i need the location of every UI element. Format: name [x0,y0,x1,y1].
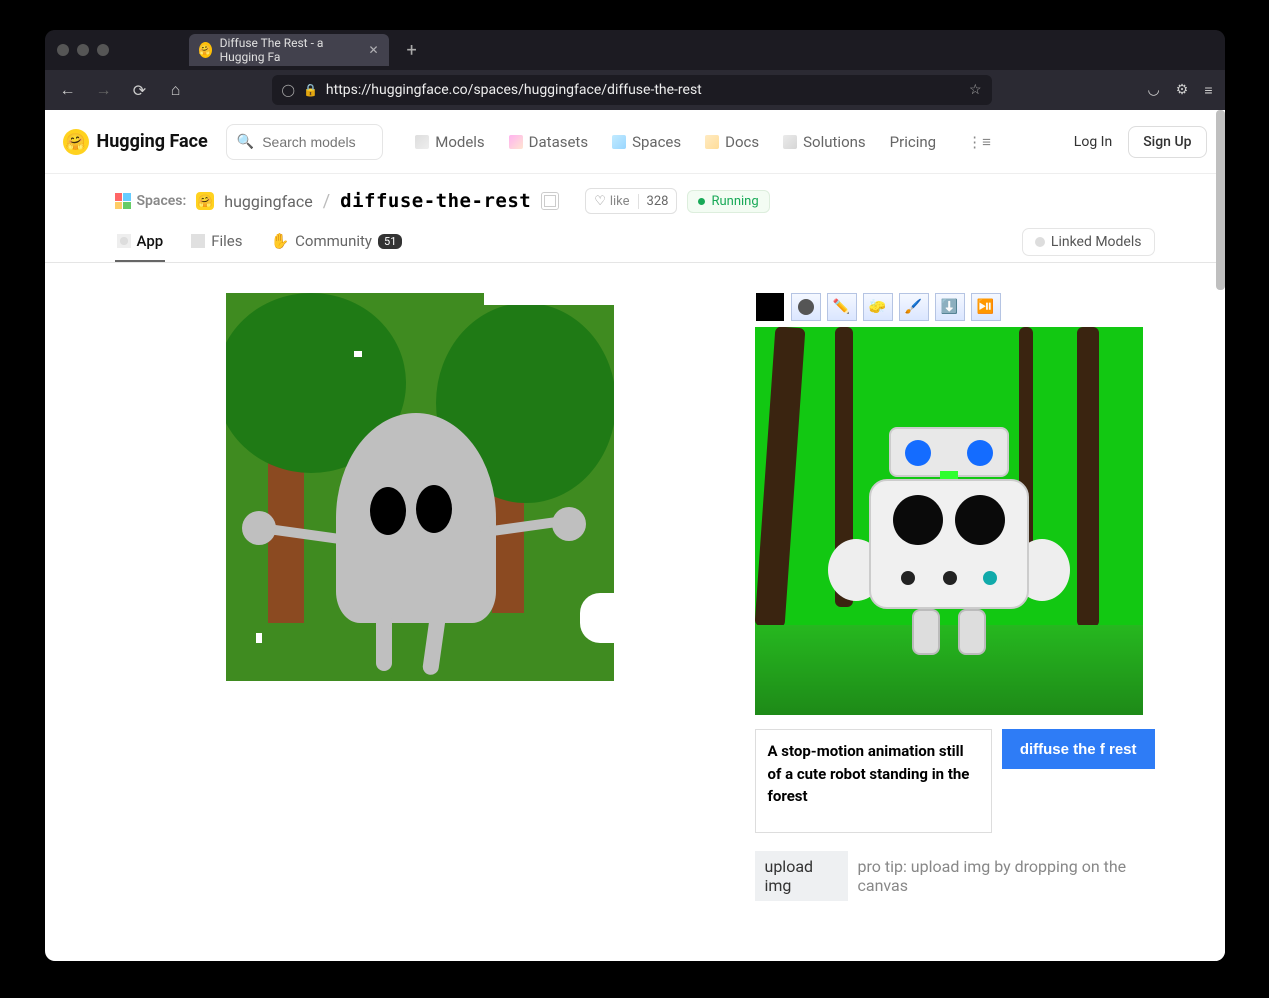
site-nav: 🤗 Hugging Face 🔍 Models Datasets Spaces … [45,110,1225,174]
community-count-badge: 51 [378,234,402,249]
spaces-icon [612,135,626,149]
search-input[interactable] [262,134,372,150]
nav-pricing[interactable]: Pricing [890,133,936,151]
org-name[interactable]: huggingface [224,192,312,211]
browser-right-icons: ◡ ⚙ ≡ [1148,82,1213,99]
nav-docs[interactable]: Docs [705,133,759,151]
minimize-window-icon[interactable] [77,44,89,56]
docs-icon [705,135,719,149]
pencil-tool[interactable]: ✏️ [827,293,857,321]
download-icon: ⬇️ [941,299,958,315]
shield-icon[interactable]: ◯ [282,83,295,97]
result-column: ✏️ 🧽 🖌️ ⬇️ ⏯️ [755,293,1155,901]
copy-name-icon[interactable] [541,192,559,210]
brush-size-tool[interactable] [791,293,821,321]
extensions-icon[interactable]: ⚙ [1176,82,1189,99]
diffuse-button[interactable]: diffuse the f rest [1002,729,1155,769]
eraser-icon: 🧽 [869,299,886,315]
nav-solutions[interactable]: Solutions [783,133,866,151]
brand-logo[interactable]: 🤗 Hugging Face [63,129,208,155]
space-header: Spaces: 🤗 huggingface / diffuse-the-rest… [45,174,1225,263]
url-text: https://huggingface.co/spaces/huggingfac… [326,82,961,98]
space-name[interactable]: diffuse-the-rest [340,190,531,212]
reload-button[interactable]: ⟳ [129,81,151,100]
tab-files[interactable]: Files [189,222,244,262]
browser-window: 🤗 Diffuse The Rest - a Hugging Fa ✕ + ← … [45,30,1225,961]
new-tab-button[interactable]: + [407,40,417,61]
nav-links: Models Datasets Spaces Docs Solutions Pr… [415,130,998,154]
forward-button[interactable]: → [93,80,115,100]
spaces-breadcrumb[interactable]: Spaces: [115,193,187,209]
vertical-scrollbar[interactable] [1216,110,1225,961]
pocket-icon[interactable]: ◡ [1148,82,1160,99]
brand-name: Hugging Face [97,131,208,152]
titlebar: 🤗 Diffuse The Rest - a Hugging Fa ✕ + [45,30,1225,70]
play-icon: ⏯️ [977,299,994,315]
home-button[interactable]: ⌂ [165,80,187,100]
space-tabs: App Files ✋Community51 Linked Models [115,222,1155,262]
scrollbar-thumb[interactable] [1216,110,1225,290]
sketch-canvas[interactable] [226,293,614,681]
color-swatch-tool[interactable] [755,293,785,321]
pro-tip-text: pro tip: upload img by dropping on the c… [858,857,1155,895]
tab-community[interactable]: ✋Community51 [268,222,404,262]
org-avatar-icon: 🤗 [196,192,214,210]
brush-icon: 🖌️ [905,299,922,315]
nav-more-icon[interactable]: ⋮≡ [960,130,998,154]
linked-models-icon [1035,237,1045,247]
browser-toolbar: ← → ⟳ ⌂ ◯ 🔒 https://huggingface.co/space… [45,70,1225,110]
app-body: ✏️ 🧽 🖌️ ⬇️ ⏯️ [45,263,1225,961]
search-icon: 🔍 [237,134,254,150]
lock-icon[interactable]: 🔒 [303,83,318,97]
maximize-window-icon[interactable] [97,44,109,56]
bookmark-icon[interactable]: ☆ [969,82,982,98]
auth-controls: Log In Sign Up [1074,126,1207,158]
datasets-icon [509,135,523,149]
prompt-input[interactable] [755,729,992,833]
nav-spaces[interactable]: Spaces [612,133,681,151]
like-button[interactable]: ♡ like 328 [585,188,677,214]
eraser-tool[interactable]: 🧽 [863,293,893,321]
play-tool[interactable]: ⏯️ [971,293,1001,321]
canvas-toolbar: ✏️ 🧽 🖌️ ⬇️ ⏯️ [755,293,1155,321]
like-count: 328 [638,194,677,209]
prompt-controls: diffuse the f rest [755,729,1155,833]
sketch-column [115,293,725,901]
upload-row: upload img pro tip: upload img by droppi… [755,851,1155,901]
back-button[interactable]: ← [57,80,79,100]
spaces-grid-icon [115,193,131,209]
brush-tool[interactable]: 🖌️ [899,293,929,321]
upload-img-button[interactable]: upload img [755,851,848,901]
color-swatch-icon [756,293,784,321]
files-tab-icon [191,234,205,248]
nav-datasets[interactable]: Datasets [509,133,588,151]
brush-size-icon [792,293,820,321]
signup-button[interactable]: Sign Up [1128,126,1206,158]
models-icon [415,135,429,149]
page-content: 🤗 Hugging Face 🔍 Models Datasets Spaces … [45,110,1225,961]
solutions-icon [783,135,797,149]
app-tab-icon [117,234,131,248]
community-tab-icon: ✋ [270,232,289,250]
tab-app[interactable]: App [115,222,166,262]
tab-favicon-icon: 🤗 [199,42,212,58]
result-image [755,327,1143,715]
breadcrumb-separator: / [323,191,330,212]
window-controls [57,44,109,56]
status-badge: Running [687,190,769,213]
nav-models[interactable]: Models [415,133,484,151]
pencil-icon: ✏️ [833,299,850,315]
browser-tab[interactable]: 🤗 Diffuse The Rest - a Hugging Fa ✕ [189,34,389,66]
login-link[interactable]: Log In [1074,134,1112,150]
search-box[interactable]: 🔍 [226,124,383,160]
tab-title: Diffuse The Rest - a Hugging Fa [220,36,357,64]
linked-models-button[interactable]: Linked Models [1022,228,1155,256]
url-bar[interactable]: ◯ 🔒 https://huggingface.co/spaces/huggin… [272,75,992,105]
close-tab-icon[interactable]: ✕ [368,43,378,57]
heart-icon: ♡ like [586,194,637,209]
huggingface-logo-icon: 🤗 [63,129,89,155]
download-tool[interactable]: ⬇️ [935,293,965,321]
close-window-icon[interactable] [57,44,69,56]
hamburger-menu-icon[interactable]: ≡ [1204,82,1212,99]
